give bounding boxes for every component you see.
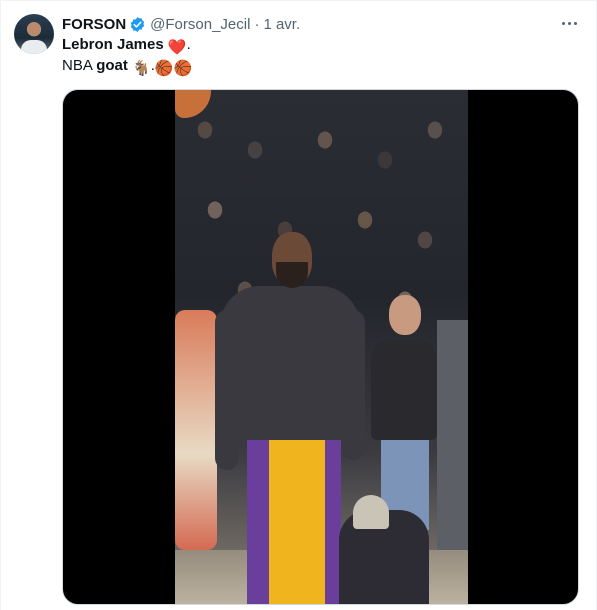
video-man-head (389, 295, 421, 335)
video-shorts-stripe-left (247, 440, 269, 604)
video-player-torso (220, 286, 360, 446)
avatar-shirt (21, 40, 47, 54)
tweet-video[interactable] (62, 89, 579, 605)
tweet-text-period: . (186, 36, 191, 53)
more-dot (573, 21, 577, 25)
header-separator: · (254, 15, 260, 33)
tweet-text-bold-goat: goat (96, 57, 128, 74)
video-man-hoodie (371, 340, 437, 440)
goat-emoji: 🐐 (132, 60, 151, 77)
author-name[interactable]: FORSON (62, 16, 126, 33)
tweet-text-bold-name: Lebron James (62, 36, 164, 53)
tweet-text-line-1: Lebron James ❤️. (62, 35, 191, 58)
author-avatar[interactable] (14, 14, 54, 54)
more-options-button[interactable] (556, 12, 582, 34)
tweet-text-prefix: NBA (62, 57, 97, 74)
tweet-header: FORSON @Forson_Jecil · 1 avr. (62, 14, 300, 34)
video-photographer-cap (353, 495, 389, 529)
more-dot (567, 21, 571, 25)
verified-badge-icon (131, 16, 145, 32)
author-handle[interactable]: @Forson_Jecil (150, 16, 250, 33)
video-frame[interactable] (175, 90, 468, 604)
tweet-text-line-2: NBA goat 🐐.🏀🏀 (62, 56, 192, 79)
tweet-date[interactable]: 1 avr. (263, 16, 300, 33)
video-woman (175, 310, 217, 550)
video-suit-man (437, 320, 468, 550)
tweet-left-border (0, 0, 1, 610)
basketball-emoji: 🏀🏀 (154, 60, 193, 77)
tweet-top-border (0, 0, 597, 1)
more-horizontal-icon (561, 21, 565, 25)
heart-emoji: ❤️ (167, 39, 187, 56)
